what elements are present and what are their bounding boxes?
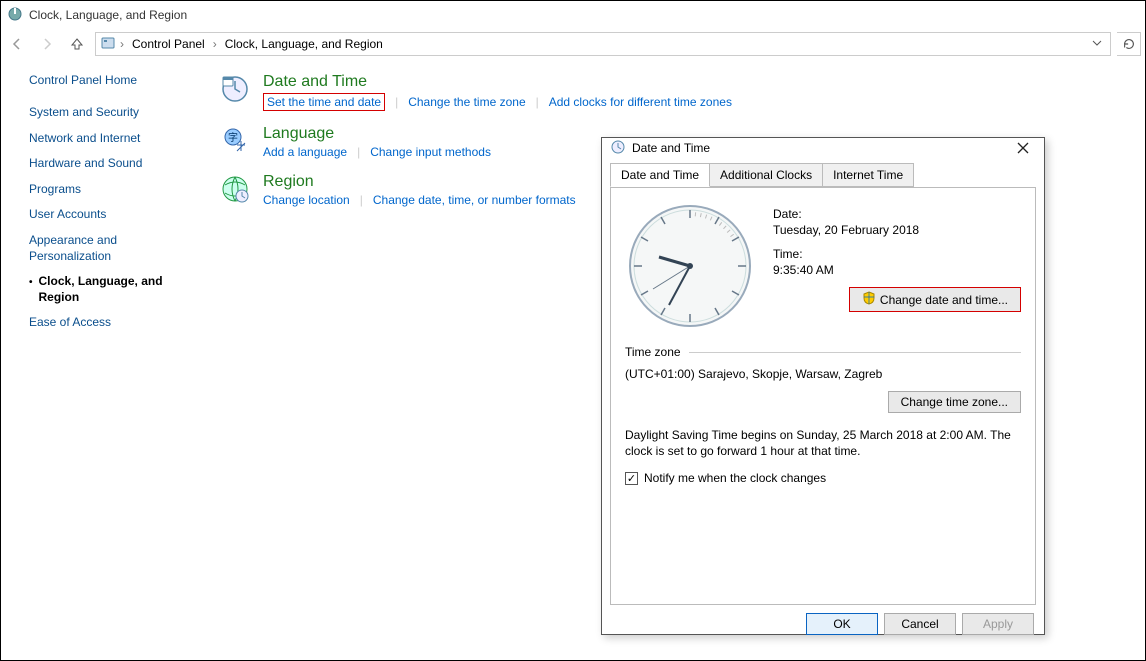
dst-info-text: Daylight Saving Time begins on Sunday, 2… [625, 427, 1021, 459]
sidebar-item-appearance[interactable]: Appearance and Personalization [29, 233, 199, 264]
button-label: Change date and time... [880, 293, 1008, 307]
refresh-button[interactable] [1117, 32, 1141, 56]
category-title-region[interactable]: Region [263, 173, 576, 191]
breadcrumb-chevron-icon[interactable]: › [118, 37, 126, 51]
cancel-button[interactable]: Cancel [884, 613, 956, 635]
time-value: 9:35:40 AM [773, 263, 1021, 277]
time-zone-header: Time zone [625, 345, 681, 359]
control-panel-icon [7, 6, 23, 25]
sidebar-item-clock-language-region[interactable]: Clock, Language, and Region [29, 274, 199, 305]
sidebar-item-label: Clock, Language, and Region [39, 274, 199, 305]
time-label: Time: [773, 247, 1021, 261]
change-time-zone-button[interactable]: Change time zone... [888, 391, 1021, 413]
tab-additional-clocks[interactable]: Additional Clocks [709, 163, 823, 187]
dialog-title: Date and Time [632, 141, 710, 155]
sidebar-item-ease-of-access[interactable]: Ease of Access [29, 315, 199, 331]
notify-checkbox-row[interactable]: ✓ Notify me when the clock changes [625, 471, 1021, 485]
control-panel-icon [100, 35, 116, 54]
link-set-time-date[interactable]: Set the time and date [263, 93, 385, 111]
date-value: Tuesday, 20 February 2018 [773, 223, 1021, 237]
shield-icon [862, 291, 876, 308]
date-label: Date: [773, 207, 1021, 221]
breadcrumb-root[interactable]: Control Panel [128, 35, 209, 53]
button-label: Change time zone... [901, 395, 1008, 409]
window-titlebar: Clock, Language, and Region [1, 1, 1145, 29]
breadcrumb-chevron-icon[interactable]: › [211, 37, 219, 51]
dialog-tabs: Date and Time Additional Clocks Internet… [610, 163, 1036, 188]
link-separator: | [350, 193, 373, 207]
window-title: Clock, Language, and Region [29, 8, 187, 22]
link-change-input-methods[interactable]: Change input methods [370, 145, 491, 159]
clock-icon [219, 73, 251, 105]
link-add-clocks[interactable]: Add clocks for different time zones [549, 95, 732, 109]
sidebar-item-network-internet[interactable]: Network and Internet [29, 131, 199, 147]
sidebar-item-programs[interactable]: Programs [29, 182, 199, 198]
sidebar-item-system-security[interactable]: System and Security [29, 105, 199, 121]
address-bar-row: › Control Panel › Clock, Language, and R… [1, 29, 1145, 59]
category-date-time: Date and Time Set the time and date | Ch… [219, 73, 1145, 111]
link-separator: | [385, 95, 408, 109]
address-dropdown-icon[interactable] [1088, 37, 1106, 51]
breadcrumb-current[interactable]: Clock, Language, and Region [221, 35, 387, 53]
notify-checkbox[interactable]: ✓ [625, 472, 638, 485]
sidebar: Control Panel Home System and Security N… [1, 73, 211, 660]
link-change-time-zone[interactable]: Change the time zone [408, 95, 525, 109]
close-button[interactable] [1010, 138, 1036, 158]
date-time-dialog: Date and Time Date and Time Additional C… [601, 137, 1045, 635]
link-separator: | [347, 145, 370, 159]
dialog-titlebar: Date and Time [602, 138, 1044, 158]
tab-date-and-time[interactable]: Date and Time [610, 163, 710, 187]
sidebar-header[interactable]: Control Panel Home [29, 73, 199, 87]
divider [689, 352, 1021, 353]
notify-label: Notify me when the clock changes [644, 471, 826, 485]
link-change-formats[interactable]: Change date, time, or number formats [373, 193, 576, 207]
tab-internet-time[interactable]: Internet Time [822, 163, 914, 187]
apply-button[interactable]: Apply [962, 613, 1034, 635]
time-zone-value: (UTC+01:00) Sarajevo, Skopje, Warsaw, Za… [625, 367, 1021, 381]
sidebar-item-user-accounts[interactable]: User Accounts [29, 207, 199, 223]
link-separator: | [526, 95, 549, 109]
globe-icon [219, 173, 251, 205]
address-bar[interactable]: › Control Panel › Clock, Language, and R… [95, 32, 1111, 56]
link-change-location[interactable]: Change location [263, 193, 350, 207]
sidebar-item-hardware-sound[interactable]: Hardware and Sound [29, 156, 199, 172]
svg-text:字: 字 [228, 131, 238, 144]
category-title-date-time[interactable]: Date and Time [263, 73, 732, 91]
dialog-footer: OK Cancel Apply [602, 605, 1044, 643]
ok-button[interactable]: OK [806, 613, 878, 635]
back-button[interactable] [5, 32, 29, 56]
forward-button[interactable] [35, 32, 59, 56]
analog-clock-icon [625, 201, 755, 331]
clock-icon [610, 139, 626, 158]
change-date-time-button[interactable]: Change date and time... [849, 287, 1021, 312]
language-icon: 字 [219, 125, 251, 157]
tab-panel: Date: Tuesday, 20 February 2018 Time: 9:… [610, 187, 1036, 605]
up-button[interactable] [65, 32, 89, 56]
category-title-language[interactable]: Language [263, 125, 491, 143]
link-add-language[interactable]: Add a language [263, 145, 347, 159]
